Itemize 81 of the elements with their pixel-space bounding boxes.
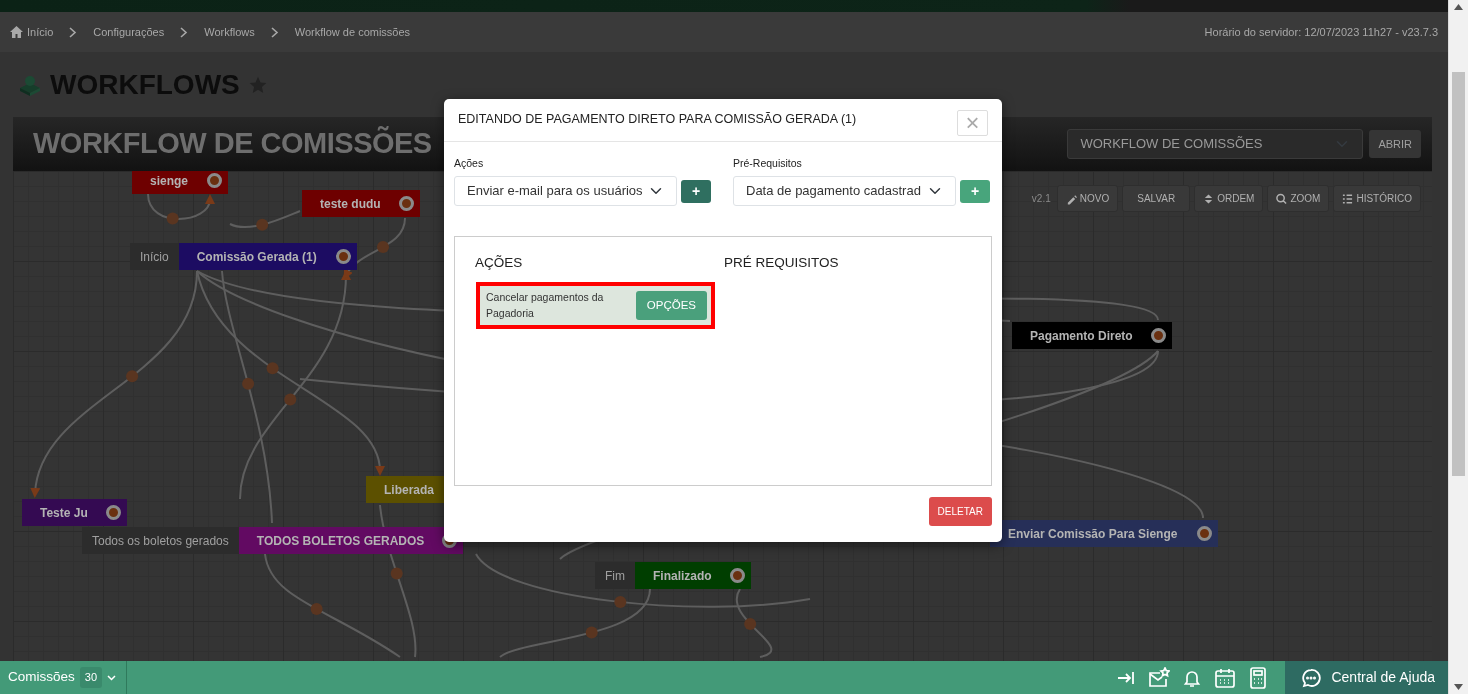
section-heading: AÇÕES xyxy=(475,254,524,272)
node-label: TODOS BOLETOS GERADOS xyxy=(256,532,425,550)
endpoint-icon[interactable] xyxy=(399,196,414,211)
workflow-node[interactable]: Finalizado xyxy=(635,562,751,589)
endpoint-icon[interactable] xyxy=(730,568,745,583)
endpoint-icon[interactable] xyxy=(1151,328,1166,343)
node-label: Liberada xyxy=(384,481,434,499)
section-heading: PRÉ REQUISITOS xyxy=(724,254,840,272)
list-icon xyxy=(1342,192,1354,205)
help-center-button[interactable]: Central de Ajuda xyxy=(1285,661,1448,694)
add-prerequisite-button[interactable]: + xyxy=(960,179,990,203)
node-label: Teste Ju xyxy=(40,504,88,522)
node-label: teste dudu xyxy=(320,195,381,213)
node-tag: Todos os boletos gerados xyxy=(82,527,239,554)
node-label: Enviar Comissão Para Sienge xyxy=(1008,525,1178,543)
action-text: Cancelar pagamentos da Pagadoria xyxy=(486,290,605,322)
calendar-icon[interactable] xyxy=(1214,666,1237,689)
connector-line[interactable] xyxy=(735,588,772,658)
node-tag: Início xyxy=(130,243,179,270)
chevron-icon xyxy=(180,26,189,38)
toolbar-button[interactable]: SALVAR xyxy=(1122,185,1191,212)
scroll-down-icon[interactable] xyxy=(1454,684,1463,690)
caret-icon xyxy=(107,674,117,681)
workflow-title: WORKFLOW DE COMISSÕES xyxy=(33,125,432,162)
connector-line[interactable] xyxy=(221,270,273,524)
workflow-node[interactable]: teste dudu xyxy=(302,190,420,217)
endpoint-icon[interactable] xyxy=(207,173,222,188)
toolbar-button[interactable]: HISTÓRICO xyxy=(1333,185,1421,212)
up-down-icon xyxy=(1203,192,1215,205)
breadcrumb-link[interactable]: Workflow de comissões xyxy=(294,23,411,41)
workflow-select[interactable]: WORKFLOW DE COMISSÕES xyxy=(1067,129,1364,159)
search-icon xyxy=(1276,192,1288,205)
node-tag: Fim xyxy=(595,562,635,589)
connector-line[interactable] xyxy=(196,270,384,476)
actions-select[interactable]: Enviar e-mail para os usuários xyxy=(454,176,677,206)
delete-button[interactable]: DELETAR xyxy=(928,497,992,526)
workflow-node[interactable]: TODOS BOLETOS GERADOS xyxy=(238,527,463,554)
workflow-node[interactable]: Enviar Comissão Para Sienge xyxy=(990,520,1218,547)
breadcrumb-link[interactable]: Início xyxy=(27,23,54,41)
scroll-up-icon[interactable] xyxy=(1454,4,1463,10)
endpoint-icon[interactable] xyxy=(106,505,121,520)
scrollbar[interactable] xyxy=(1448,0,1468,694)
add-action-button[interactable]: + xyxy=(681,179,711,203)
count-badge: 30 xyxy=(79,667,103,688)
version-label: v2.1 xyxy=(1031,192,1051,206)
workflow-node[interactable]: Teste Ju xyxy=(22,499,127,526)
node-label: Pagamento Direto xyxy=(1030,327,1133,345)
node-label: Finalizado xyxy=(653,567,712,585)
mail-star-icon[interactable] xyxy=(1148,666,1171,689)
toolbar-button[interactable]: ORDEM xyxy=(1194,185,1264,212)
chevron-icon xyxy=(69,26,78,38)
scrollbar-thumb[interactable] xyxy=(1452,72,1465,476)
connector-line[interactable] xyxy=(264,553,401,658)
endpoint-icon[interactable] xyxy=(1197,526,1212,541)
open-button[interactable]: ABRIR xyxy=(1369,129,1421,159)
node-label: sienge xyxy=(150,172,188,190)
endpoint-icon[interactable] xyxy=(335,249,351,264)
connector-line[interactable] xyxy=(475,553,811,608)
server-time: Horário do servidor: 12/07/2023 11h27 - v23.7.3 xyxy=(1204,24,1438,40)
options-button[interactable]: OPÇÕES xyxy=(635,290,707,320)
module-menu[interactable]: Comissões 30 xyxy=(0,661,128,694)
connector-line[interactable] xyxy=(147,193,214,225)
workflow-node[interactable]: Pagamento Direto xyxy=(1012,322,1172,349)
chevron-icon xyxy=(270,26,279,38)
field-label: Ações xyxy=(454,156,485,172)
home-icon[interactable] xyxy=(10,26,23,38)
prerequisites-select[interactable]: Data de pagamento cadastrad xyxy=(733,176,956,206)
dialog-title: EDITANDO DE PAGAMENTO DIRETO PARA COMISSÃO GERADA (1) xyxy=(458,111,857,128)
calculator-icon[interactable] xyxy=(1248,666,1269,689)
node-label: Comissão Gerada (1) xyxy=(196,248,317,266)
connector-line[interactable] xyxy=(229,210,301,231)
connector-line[interactable] xyxy=(499,588,651,658)
breadcrumb-link[interactable]: Workflows xyxy=(204,23,255,41)
module-label: Comissões xyxy=(8,668,75,687)
breadcrumb-link[interactable]: Configurações xyxy=(93,23,165,41)
toolbar-button[interactable]: ZOOM xyxy=(1267,185,1330,212)
workflow-node[interactable]: Comissão Gerada (1) xyxy=(178,243,357,270)
chat-icon xyxy=(1301,667,1322,688)
toolbar-button[interactable]: NOVO xyxy=(1056,185,1119,212)
workflow-node[interactable]: sienge xyxy=(132,171,228,194)
field-label: Pré-Requisitos xyxy=(733,156,803,172)
